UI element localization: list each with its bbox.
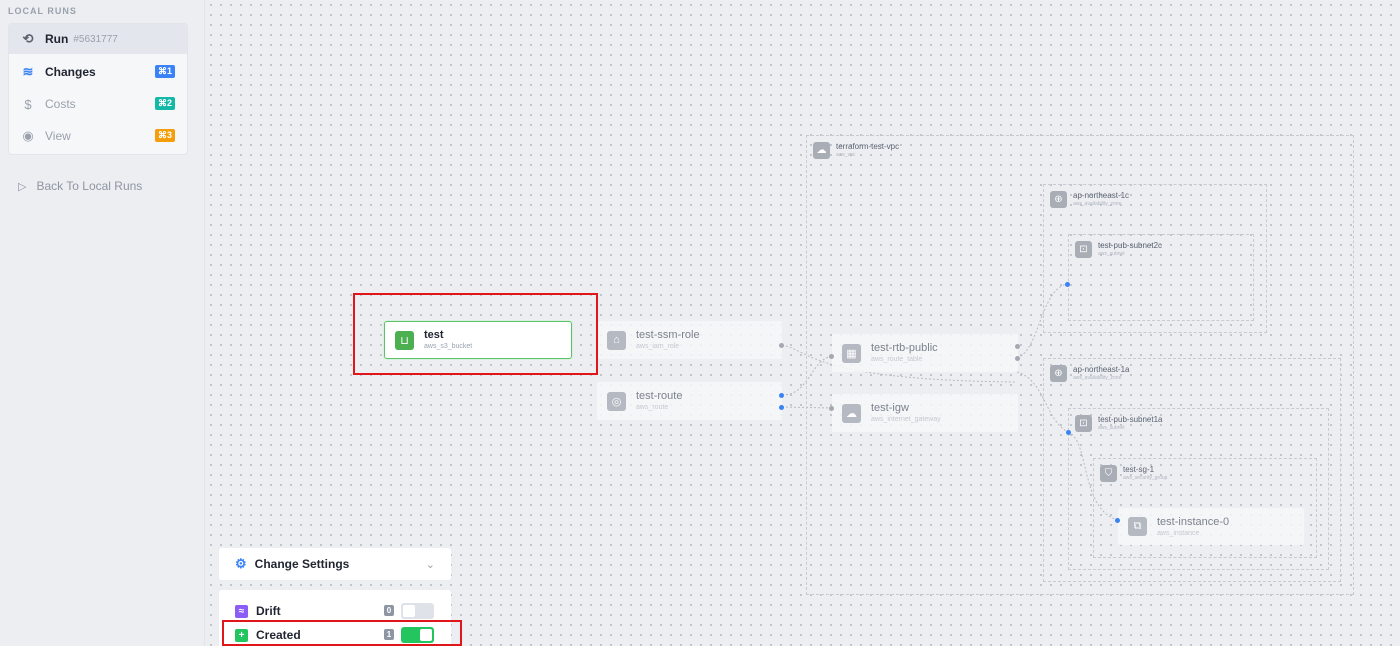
- edge-handle[interactable]: [1015, 356, 1020, 361]
- node-title: test-instance-0: [1157, 515, 1230, 528]
- node-iam-role[interactable]: ⌂ test-ssm-role aws_iam_role: [597, 321, 782, 359]
- history-icon: ⟲: [22, 31, 34, 46]
- node-type: aws_iam_role: [636, 343, 680, 350]
- group-title: terraform-test-vpc: [836, 142, 900, 151]
- plus-icon: +: [235, 628, 248, 642]
- sidebar-item-costs[interactable]: $ Costs ⌘2: [9, 89, 187, 119]
- shortcut-badge: ⌘3: [154, 129, 175, 142]
- filter-count: 1: [384, 629, 394, 640]
- node-instance[interactable]: ⧉ test-instance-0 aws_instance: [1118, 508, 1304, 545]
- shortcut-badge: ⌘2: [154, 97, 175, 110]
- dollar-icon: $: [24, 96, 32, 112]
- edge-handle[interactable]: [779, 343, 784, 348]
- back-link-label: Back To Local Runs: [36, 179, 143, 193]
- shortcut-badge: ⌘1: [154, 65, 175, 78]
- edge-handle[interactable]: [1066, 430, 1071, 435]
- filter-label: Drift: [256, 604, 281, 618]
- sidebar-item-label: Costs: [45, 97, 76, 111]
- change-settings-button[interactable]: ⚙ Change Settings ⌄: [219, 548, 451, 580]
- node-type: aws_internet_gateway: [871, 416, 941, 423]
- filter-count: 0: [384, 605, 394, 616]
- edge-handle[interactable]: [1115, 518, 1120, 523]
- group-title: test-pub-subnet1a: [1098, 415, 1163, 424]
- node-type: aws_route: [636, 404, 669, 411]
- node-title: test-igw: [871, 402, 909, 414]
- node-route[interactable]: ◎ test-route aws_route: [597, 382, 782, 420]
- edge-handle[interactable]: [779, 393, 784, 398]
- node-type: aws_route_table: [871, 356, 923, 363]
- bucket-icon: ⊔: [395, 330, 414, 350]
- node-internet-gateway[interactable]: ☁ test-igw aws_internet_gateway: [832, 394, 1018, 432]
- node-route-table[interactable]: ▦ test-rtb-public aws_route_table: [832, 334, 1018, 372]
- edge-handle[interactable]: [1065, 282, 1070, 287]
- sidebar-item-view[interactable]: ◉ View ⌘3: [9, 121, 187, 151]
- group-type: aws_vpc: [836, 152, 856, 158]
- node-s3-bucket[interactable]: ⊔ test aws_s3_bucket: [384, 321, 572, 359]
- filter-created: + Created 1: [235, 626, 435, 644]
- toggle-knob: [403, 605, 415, 617]
- sidebar-item-label: Changes: [45, 65, 96, 79]
- change-filter-panel: ≈ Drift 0 + Created 1: [219, 590, 451, 646]
- group-title: ap-northeast-1c: [1073, 191, 1130, 200]
- gear-icon: ⚙: [235, 556, 247, 571]
- instance-icon: ⧉: [1128, 517, 1147, 536]
- change-settings-label: Change Settings: [254, 557, 350, 571]
- node-title: test-ssm-role: [636, 329, 700, 341]
- run-item[interactable]: ⟲ Run #5631777: [9, 24, 187, 54]
- filter-label: Created: [256, 628, 301, 642]
- lock-icon: ⊡: [1075, 241, 1092, 258]
- lock-icon: ⊡: [1075, 415, 1092, 432]
- node-title: test: [424, 329, 444, 341]
- group-subnet-2c[interactable]: ⊡ test-pub-subnet2c aws_subnet: [1068, 234, 1254, 321]
- node-type: aws_s3_bucket: [424, 343, 473, 350]
- shield-icon: ⛉: [1100, 465, 1117, 482]
- section-label: LOCAL RUNS: [8, 6, 77, 16]
- sidebar-item-changes[interactable]: ≋ Changes ⌘1: [9, 57, 187, 87]
- layers-icon: ≋: [22, 64, 34, 79]
- globe-icon: ⊕: [1050, 365, 1067, 382]
- edge-handle[interactable]: [779, 405, 784, 410]
- route-icon: ◎: [607, 391, 626, 411]
- eye-icon: ◉: [22, 128, 34, 143]
- back-to-local-runs-link[interactable]: ▷ Back To Local Runs: [18, 179, 142, 193]
- run-id: #5631777: [73, 33, 118, 45]
- filter-drift: ≈ Drift 0: [235, 602, 435, 620]
- play-outline-icon: ▷: [18, 180, 27, 193]
- group-type: aws_availability_zone: [1073, 375, 1122, 381]
- group-title: ap-northeast-1a: [1073, 365, 1130, 374]
- created-toggle[interactable]: [401, 627, 434, 643]
- sidebar: LOCAL RUNS ⟲ Run #5631777 ≋ Changes ⌘1 $…: [0, 0, 205, 646]
- group-type: aws_subnet: [1098, 251, 1125, 257]
- globe-icon: ⊕: [1050, 191, 1067, 208]
- sidebar-item-label: View: [45, 129, 71, 143]
- table-icon: ▦: [842, 343, 861, 363]
- group-title: test-sg-1: [1123, 465, 1155, 474]
- edge-handle[interactable]: [829, 354, 834, 359]
- drift-toggle[interactable]: [401, 603, 434, 619]
- group-type: aws_security_group: [1123, 475, 1168, 481]
- chevron-down-icon: ⌄: [425, 558, 435, 571]
- cloud-icon: ☁: [813, 142, 830, 159]
- node-title: test-rtb-public: [871, 342, 938, 354]
- group-title: test-pub-subnet2c: [1098, 241, 1163, 250]
- node-title: test-route: [636, 390, 683, 402]
- role-icon: ⌂: [607, 330, 626, 350]
- cloud-icon: ☁: [842, 403, 861, 423]
- group-type: aws_availability_zone: [1073, 201, 1122, 207]
- node-type: aws_instance: [1157, 529, 1200, 537]
- run-label: Run: [45, 32, 69, 46]
- toggle-knob: [420, 629, 432, 641]
- edge-handle[interactable]: [1015, 344, 1020, 349]
- edge-handle[interactable]: [829, 406, 834, 411]
- run-menu: ⟲ Run #5631777 ≋ Changes ⌘1 $ Costs ⌘2 ◉…: [8, 23, 188, 155]
- drift-icon: ≈: [235, 604, 248, 618]
- group-type: aws_subnet: [1098, 425, 1125, 431]
